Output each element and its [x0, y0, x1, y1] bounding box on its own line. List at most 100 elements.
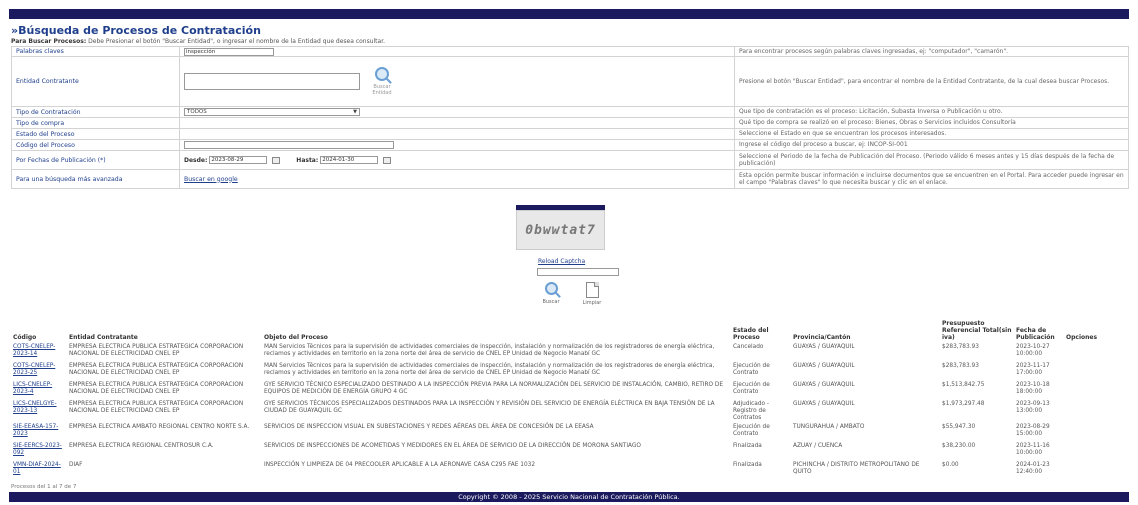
date-cell: 2024-01-23 12:40:00 [1016, 462, 1050, 475]
limpiar-button[interactable]: Limpiar [580, 282, 604, 306]
options-cell [1064, 362, 1129, 381]
process-code-link[interactable]: COTS-CNELEP-2023-25 [13, 363, 55, 376]
buscar-google-link[interactable]: Buscar en google [184, 176, 238, 183]
top-banner [9, 9, 1129, 19]
table-row: COTS-CNELEP-2023-25 EMPRESA ELECTRICA PU… [11, 362, 1129, 381]
palabras-hint: Para encontrar procesos según palabras c… [734, 46, 1129, 57]
palabras-input[interactable]: inspección [184, 47, 274, 56]
avanzada-label: Para una búsqueda más avanzada [11, 169, 180, 189]
entidad-textarea[interactable] [184, 73, 360, 90]
location-cell: AZUAY / CUENCA [793, 443, 843, 449]
location-cell: GUAYAS / GUAYAQUIL [793, 382, 855, 388]
location-cell: PICHINCHA / DISTRITO METROPOLITANO DE QU… [793, 462, 920, 475]
buscar-button[interactable]: Buscar [540, 282, 562, 305]
captcha: 0bwwtat7 [516, 205, 605, 259]
search-icon [374, 67, 389, 81]
table-row: LICS-CNELEP-2023-4 EMPRESA ELECTRICA PUB… [11, 381, 1129, 400]
process-code-link[interactable]: SIE-EEASA-157-2023 [13, 424, 58, 437]
captcha-image: 0bwwtat7 [516, 210, 605, 250]
location-cell: GUAYAS / GUAYAQUIL [793, 363, 855, 369]
hasta-label: Hasta: [296, 157, 319, 164]
copyright-bar: Copyright © 2008 - 2025 Servicio Naciona… [9, 492, 1129, 502]
page-title: »Búsqueda de Procesos de Contratación [11, 24, 261, 37]
entity-cell: EMPRESA ELECTRICA PUBLICA ESTRATEGICA CO… [69, 401, 244, 414]
calendar-icon[interactable] [272, 156, 281, 164]
options-cell [1064, 381, 1129, 400]
entity-cell: DIAF [69, 462, 83, 468]
status-cell: Finalizada [733, 462, 762, 468]
reload-captcha-link[interactable]: Reload Captcha [538, 258, 585, 265]
object-cell: SERVICIOS DE INSPECCIONES DE ACOMETIDAS … [264, 443, 641, 449]
budget-cell: $1,513,842.75 [942, 382, 985, 388]
col-objeto: Objeto del Proceso [264, 334, 328, 341]
palabras-label: Palabras claves [11, 46, 180, 57]
budget-cell: $55,947.30 [942, 424, 976, 430]
status-cell: Ejecución de Contrato [733, 424, 770, 437]
desde-label: Desde: [184, 157, 208, 164]
object-cell: SERVICIOS DE INSPECCION VISUAL EN SUBEST… [264, 424, 594, 430]
estado-hint: Seleccione el Estado en que se encuentra… [734, 128, 1129, 140]
codigo-hint: Ingrese el código del proceso a buscar, … [734, 139, 1129, 151]
status-cell: Ejecución de Contrato [733, 363, 770, 376]
fechas-label: Por Fechas de Publicación (*) [11, 150, 180, 170]
object-cell: INSPECCIÓN Y LIMPIEZA DE 04 PRECOOLER AP… [264, 462, 536, 468]
desde-input[interactable]: 2023-08-29 [209, 156, 268, 164]
options-cell [1064, 461, 1129, 480]
date-cell: 2023-09-13 13:00:00 [1016, 401, 1050, 414]
location-cell: GUAYAS / GUAYAQUIL [793, 344, 855, 350]
hasta-input[interactable]: 2024-01-30 [320, 156, 379, 164]
action-buttons: Buscar Limpiar [540, 282, 610, 312]
tipo-contratacion-select[interactable]: TODOS ▼ [184, 108, 360, 116]
options-cell [1064, 400, 1129, 423]
entity-cell: EMPRESA ELECTRICA REGIONAL CENTROSUR C.A… [69, 443, 214, 449]
tipo-compra-hint: Qué tipo de compra se realizó en el proc… [734, 117, 1129, 129]
status-cell: Finalizada [733, 443, 762, 449]
tipo-compra-label: Tipo de compra [11, 117, 180, 129]
budget-cell: $0.00 [942, 462, 959, 468]
object-cell: MAN Servicios Técnicos para la supervisi… [264, 344, 715, 357]
codigo-input[interactable] [184, 141, 394, 149]
entidad-hint: Presione el botón "Buscar Entidad", para… [734, 56, 1129, 107]
col-fecha: Fecha de Publicación [1016, 327, 1055, 341]
pagination-summary: Procesos del 1 al 7 de 7 [11, 484, 77, 490]
location-cell: TUNGURAHUA / AMBATO [793, 424, 865, 430]
buscar-label: Buscar [542, 299, 560, 305]
tipo-contratacion-label: Tipo de Contratación [11, 106, 180, 118]
object-cell: GYE SERVICIO TÉCNICO ESPECIALIZADO DESTI… [264, 382, 724, 395]
table-row: VMN-DIAF-2024-01 DIAF INSPECCIÓN Y LIMPI… [11, 461, 1129, 480]
col-presupuesto: Presupuesto Referencial Total(sin iva) [942, 320, 1012, 341]
col-provincia: Provincia/Cantón [793, 334, 851, 341]
captcha-input[interactable] [537, 268, 619, 276]
date-cell: 2023-11-17 17:00:00 [1016, 363, 1050, 376]
budget-cell: $283,783.93 [942, 363, 979, 369]
table-row: SIE-EEASA-157-2023 EMPRESA ELECTRICA AMB… [11, 423, 1129, 442]
process-code-link[interactable]: VMN-DIAF-2024-01 [13, 462, 61, 475]
table-row: COTS-CNELEP-2023-14 EMPRESA ELECTRICA PU… [11, 343, 1129, 362]
date-cell: 2023-10-18 18:00:00 [1016, 382, 1050, 395]
budget-cell: $38,230.00 [942, 443, 976, 449]
process-code-link[interactable]: LICS-CNELGYE-2023-13 [13, 401, 57, 414]
buscar-entidad-button[interactable]: Buscar Entidad [370, 67, 394, 96]
limpiar-label: Limpiar [582, 300, 602, 306]
date-cell: 2023-10-27 10:00:00 [1016, 344, 1050, 357]
instructions: Para Buscar Procesos: Debe Presionar el … [11, 38, 385, 45]
date-cell: 2023-08-29 15:00:00 [1016, 424, 1050, 437]
process-code-link[interactable]: SIE-EERCS-2023-092 [13, 443, 62, 456]
buscar-entidad-label: Buscar Entidad [372, 84, 392, 96]
col-opciones: Opciones [1066, 334, 1098, 341]
status-cell: Adjudicado - Registro de Contratos [733, 401, 770, 421]
status-cell: Cancelado [733, 344, 764, 350]
estado-label: Estado del Proceso [11, 128, 180, 140]
process-code-link[interactable]: COTS-CNELEP-2023-14 [13, 344, 55, 357]
tipo-contratacion-value: TODOS [187, 109, 207, 115]
calendar-icon[interactable] [383, 156, 392, 164]
object-cell: MAN Servicios Técnicos para la supervisi… [264, 363, 715, 376]
fechas-hint: Seleccione el Periodo de la fecha de Pub… [734, 150, 1129, 170]
table-row: LICS-CNELGYE-2023-13 EMPRESA ELECTRICA P… [11, 400, 1129, 423]
instructions-bold: Para Buscar Procesos: [11, 38, 87, 45]
process-code-link[interactable]: LICS-CNELEP-2023-4 [13, 382, 52, 395]
options-cell [1064, 423, 1129, 442]
col-entidad: Entidad Contratante [69, 334, 138, 341]
codigo-label: Código del Proceso [11, 139, 180, 151]
options-cell [1064, 343, 1129, 362]
